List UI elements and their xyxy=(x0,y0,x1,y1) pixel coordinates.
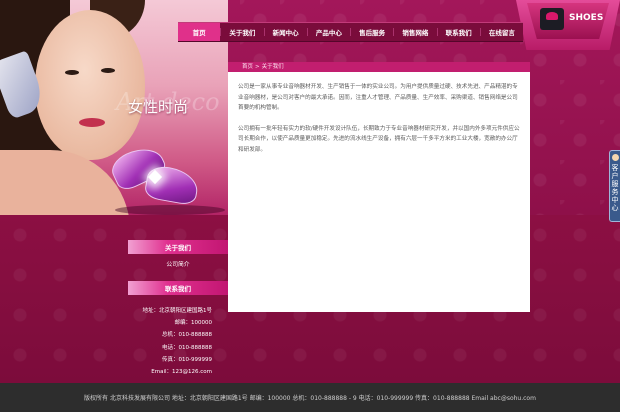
footer: 版权所有 北京科技发展有限公司 地址：北京朝阳区建国路1号 邮编：100000 … xyxy=(0,383,620,412)
customer-service-label: 客户服务中心 xyxy=(611,164,619,212)
breadcrumb-separator: > xyxy=(255,64,260,70)
hero-shoe-shadow xyxy=(115,205,225,215)
nav-item-service[interactable]: 售后服务 xyxy=(351,23,393,41)
content-panel: 首页 > 关于我们 公司是一家从事专业音响器材开发、生产销售于一体的实业公司。为用户… xyxy=(228,62,530,312)
content-body: 公司是一家从事专业音响器材开发、生产销售于一体的实业公司。为用户提供质量过硬、技… xyxy=(228,72,530,155)
sidebar-link-company-profile[interactable]: 公司简介 xyxy=(128,259,228,268)
nav-item-about[interactable]: 关于我们 xyxy=(221,23,263,41)
shoe-logo-icon xyxy=(540,8,564,30)
main-nav: 首页 关于我们 新闻中心 产品中心 售后服务 销售网络 联系我们 在线留言 xyxy=(178,22,523,42)
hero-face xyxy=(35,10,145,160)
hero-eye-left xyxy=(65,70,79,75)
nav-item-products[interactable]: 产品中心 xyxy=(308,23,350,41)
shoe-right-icon xyxy=(143,163,201,207)
breadcrumb-home-link[interactable]: 首页 xyxy=(242,64,253,70)
hero-title: 女性时尚 xyxy=(128,98,189,116)
contact-phone: 电话：010-888888 xyxy=(162,344,212,351)
contact-info: 地址：北京朝阳区建国路1号 邮编：100000 总机：010-888888 电话… xyxy=(128,305,212,378)
customer-service-avatar-icon xyxy=(611,154,619,161)
nav-item-guestbook[interactable]: 在线留言 xyxy=(481,23,523,41)
nav-item-home[interactable]: 首页 xyxy=(178,23,221,41)
nav-item-sales-network[interactable]: 销售网络 xyxy=(394,23,436,41)
contact-address: 地址：北京朝阳区建国路1号 xyxy=(142,308,212,314)
breadcrumb-current: 关于我们 xyxy=(261,64,284,70)
content-paragraph: 公司是一家从事专业音响器材开发、生产销售于一体的实业公司。为用户提供质量过硬、技… xyxy=(238,84,518,111)
content-paragraph: 公司拥有一批年轻有实力的软/硬件开发设计队伍，长期致力于专业音响器材研究开发，并… xyxy=(238,125,520,153)
customer-service-tab[interactable]: 客户服务中心 xyxy=(609,150,620,222)
logo-text: SHOES xyxy=(569,13,604,23)
footer-text: 版权所有 北京科技发展有限公司 地址：北京朝阳区建国路1号 邮编：100000 … xyxy=(84,395,536,402)
sidebar-contact-title: 联系我们 xyxy=(128,281,228,295)
contact-postcode: 邮编：100000 xyxy=(174,320,213,327)
hero-shoulder xyxy=(0,150,130,215)
breadcrumb: 首页 > 关于我们 xyxy=(228,62,530,72)
nav-item-contact[interactable]: 联系我们 xyxy=(438,23,480,41)
contact-fax: 传真：010-999999 xyxy=(162,356,212,363)
hero-lips xyxy=(79,118,105,127)
sidebar-about-title: 关于我们 xyxy=(128,240,228,254)
contact-email: Email：123@126.com xyxy=(151,369,212,376)
contact-phone-main: 总机：010-888888 xyxy=(162,332,212,339)
nav-item-news[interactable]: 新闻中心 xyxy=(265,23,307,41)
hero-eye-right xyxy=(101,68,115,73)
